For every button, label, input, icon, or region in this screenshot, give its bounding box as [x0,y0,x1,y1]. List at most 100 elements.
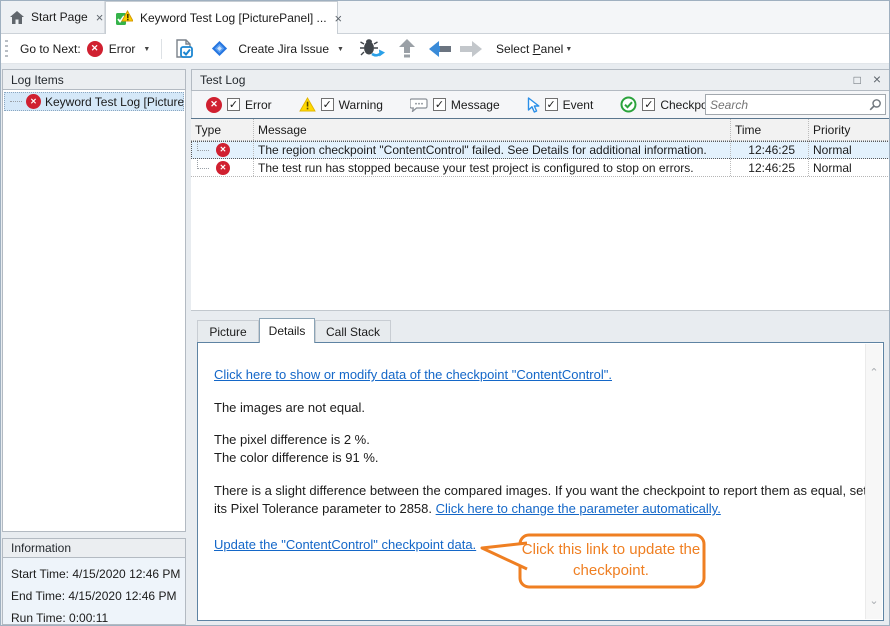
filter-label: Event [563,98,594,112]
error-icon: ✕ [87,41,103,57]
chevron-down-icon[interactable]: ▼ [565,46,572,53]
table-row[interactable]: ✕ The test run has stopped because your … [191,159,890,177]
column-header-message[interactable]: Message [254,119,731,140]
next-arrow-icon[interactable] [460,41,482,57]
chevron-down-icon[interactable]: ▼ [143,46,150,53]
goto-next-label: Go to Next: [20,42,81,56]
close-icon[interactable]: × [95,11,105,24]
change-parameter-link[interactable]: Click here to change the parameter autom… [436,501,721,516]
error-icon: ✕ [216,143,230,157]
jump-to-bug-icon[interactable] [359,38,385,59]
goto-next-value[interactable]: Error [109,42,136,56]
information-body: Start Time: 4/15/2020 12:46 PM End Time:… [2,558,186,625]
information-title: Information [11,541,71,555]
close-panel-icon[interactable]: × [873,73,881,87]
run-time-text: Run Time: 0:00:11 [11,607,185,626]
type-cell: ✕ [191,159,254,176]
toolbar-separator [161,39,162,59]
type-cell: ✕ [191,141,254,158]
toolbar-grip[interactable] [5,40,8,58]
message-icon [410,98,428,112]
start-time-text: Start Time: 4/15/2020 12:46 PM [11,563,185,585]
filter-warning: Warning [299,97,383,112]
log-items-header: Log Items [2,69,186,90]
event-icon [527,97,540,113]
warning-icon [299,97,316,112]
message-cell: The region checkpoint "ContentControl" f… [254,141,731,158]
column-header-type[interactable]: Type [191,119,254,140]
color-difference-text: The color difference is 91 %. [214,450,379,465]
test-log-icon [115,10,133,26]
warning-checkbox[interactable] [321,98,334,111]
error-checkbox[interactable] [227,98,240,111]
tree-connector [197,160,209,169]
pixel-difference-text: The pixel difference is 2 %. [214,432,370,447]
search-box [705,94,886,115]
tab-picture[interactable]: Picture [197,320,259,342]
test-log-title: Test Log [200,73,245,87]
jira-icon [211,40,228,57]
log-table: Type Message Time Priority ✕ The region … [191,118,890,311]
tolerance-paragraph: There is a slight difference between the… [214,482,874,518]
column-header-priority[interactable]: Priority [809,119,890,140]
error-icon: ✕ [26,94,41,109]
callout-text: Click this link to update the checkpoint… [521,535,701,585]
scroll-up-icon[interactable]: ⌃ [866,366,882,379]
scroll-down-icon[interactable]: ⌄ [866,594,882,607]
tab-details[interactable]: Details [259,318,315,343]
log-filter-bar: ✕ Error Warning Message [191,91,890,118]
filter-error: ✕ Error [206,97,272,113]
time-cell: 12:46:25 [731,141,809,158]
column-header-time[interactable]: Time [731,119,809,140]
modify-checkpoint-link[interactable]: Click here to show or modify data of the… [214,367,612,382]
send-report-icon[interactable] [173,38,195,60]
up-one-level-icon[interactable] [399,39,415,58]
close-icon[interactable]: × [334,12,344,25]
priority-cell: Normal [809,141,890,158]
tab-label: Start Page [31,10,88,24]
search-icon [868,98,882,112]
error-icon: ✕ [216,161,230,175]
filter-label: Error [245,98,272,112]
priority-cell: Normal [809,159,890,176]
tab-label: Keyword Test Log [PicturePanel] ... [140,11,327,25]
search-input[interactable] [706,98,868,112]
images-not-equal-text: The images are not equal. [214,400,365,415]
information-header: Information [2,538,186,558]
vertical-scrollbar[interactable]: ⌃ ⌄ [865,344,882,619]
filter-message: Message [410,98,500,112]
checkpoint-icon [620,96,637,113]
log-items-tree: ✕ Keyword Test Log [Picture... [2,90,186,532]
error-icon: ✕ [206,97,222,113]
create-jira-issue-button[interactable]: Create Jira Issue [238,42,329,56]
time-cell: 12:46:25 [731,159,809,176]
app-window: Start Page × Keyword Test Log [PicturePa… [0,0,890,626]
log-items-title: Log Items [11,73,64,87]
filter-label: Message [451,98,500,112]
tree-connector [10,101,22,102]
tab-keyword-test-log[interactable]: Keyword Test Log [PicturePanel] ... × [105,1,338,34]
tree-item-label: Keyword Test Log [Picture... [45,95,184,109]
chevron-down-icon[interactable]: ▼ [337,46,344,53]
end-time-text: End Time: 4/15/2020 12:46 PM [11,585,185,607]
tab-call-stack[interactable]: Call Stack [315,320,391,342]
log-toolbar: Go to Next: ✕ Error ▼ Create Jira Issue … [1,34,889,64]
previous-arrow-icon[interactable] [429,41,451,57]
tree-item-keyword-test-log[interactable]: ✕ Keyword Test Log [Picture... [4,92,184,111]
update-checkpoint-link[interactable]: Update the "ContentControl" checkpoint d… [214,537,476,552]
document-tab-strip: Start Page × Keyword Test Log [PicturePa… [1,1,889,34]
select-panel-button[interactable]: Select Panel [496,42,563,56]
event-checkbox[interactable] [545,98,558,111]
message-cell: The test run has stopped because your te… [254,159,731,176]
filter-label: Warning [339,98,383,112]
table-header-row: Type Message Time Priority [191,119,890,141]
checkpoint-checkbox[interactable] [642,98,655,111]
message-checkbox[interactable] [433,98,446,111]
tab-start-page[interactable]: Start Page × [1,1,105,33]
tree-connector [197,142,209,151]
home-icon [10,11,24,24]
table-row[interactable]: ✕ The region checkpoint "ContentControl"… [191,141,890,159]
maximize-panel-icon[interactable]: □ [854,73,861,87]
filter-event: Event [527,97,594,113]
test-log-header: Test Log □ × [191,69,890,91]
